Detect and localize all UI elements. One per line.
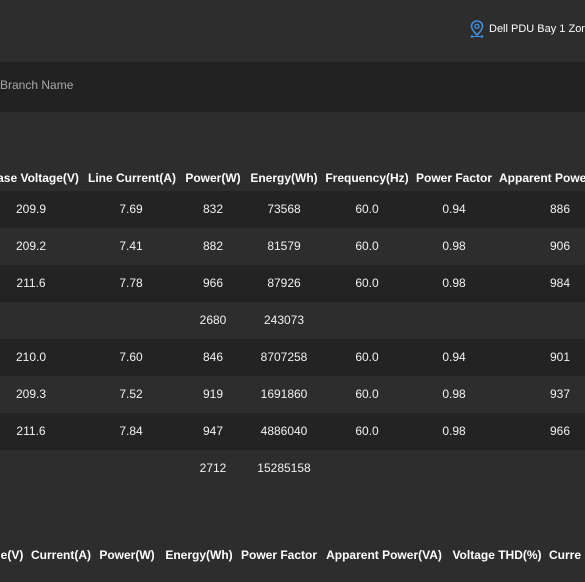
cell-line-current <box>101 450 161 487</box>
cell-power: 919 <box>202 387 224 401</box>
cell-phase-voltage <box>0 450 62 487</box>
cell-power-factor: 0.94 <box>442 350 466 364</box>
cell-line-current: 7.41 <box>119 239 143 253</box>
table-row: 211.6 7.78 966 87926 60.0 0.98 984 <box>0 265 585 302</box>
pdu-location-selector[interactable]: Dell PDU Bay 1 Zone <box>470 20 585 38</box>
cell-phase-voltage: 209.2 <box>15 239 47 253</box>
cell-power-factor: 0.98 <box>442 239 466 253</box>
cell-power: 882 <box>202 239 224 253</box>
cell-phase-voltage <box>0 302 62 339</box>
cell-frequency: 60.0 <box>355 202 379 216</box>
cell-power: 832 <box>202 202 224 216</box>
cell-phase-voltage: 211.6 <box>16 424 46 438</box>
cell-phase-voltage: 211.6 <box>16 276 46 290</box>
cell-power-factor: 0.98 <box>442 387 466 401</box>
cell-energy: 1691860 <box>260 387 308 401</box>
cell-power-factor: 0.98 <box>442 276 466 290</box>
branch-name-label: Branch Name <box>0 78 74 92</box>
column-header-current[interactable]: Current(A) <box>28 537 94 574</box>
cell-line-current: 7.69 <box>119 202 143 216</box>
cell-power-factor <box>424 302 484 339</box>
cell-frequency: 60.0 <box>355 239 379 253</box>
cell-power-factor <box>424 450 484 487</box>
column-header-voltage-thd[interactable]: Voltage THD(%) <box>448 537 546 574</box>
pdu-location-label: Dell PDU Bay 1 Zone <box>489 23 585 35</box>
cell-energy: 4886040 <box>260 424 308 438</box>
cell-apparent-power: 937 <box>549 387 571 401</box>
cell-phase-voltage: 210.0 <box>15 350 47 364</box>
cell-frequency: 60.0 <box>355 424 379 438</box>
cell-energy: 15285158 <box>257 461 311 475</box>
cell-frequency <box>336 302 398 339</box>
cell-line-current: 7.84 <box>119 424 143 438</box>
location-pin-icon <box>470 20 484 38</box>
outlet-table-header-row: e(V) Current(A) Power(W) Energy(Wh) Powe… <box>0 537 585 574</box>
cell-power-factor: 0.94 <box>442 202 466 216</box>
cell-frequency <box>336 450 398 487</box>
cell-phase-voltage: 209.3 <box>15 387 47 401</box>
table-row: 209.2 7.41 882 81579 60.0 0.98 906 <box>0 228 585 265</box>
cell-apparent-power: 886 <box>549 202 571 216</box>
cell-energy: 8707258 <box>260 350 308 364</box>
cell-power: 947 <box>202 424 224 438</box>
table-total-row: 2680 243073 <box>0 302 585 339</box>
cell-frequency: 60.0 <box>355 276 379 290</box>
column-header-power[interactable]: Power(W) <box>96 537 158 574</box>
cell-power: 966 <box>202 276 224 290</box>
cell-power-factor: 0.98 <box>442 424 466 438</box>
cell-frequency: 60.0 <box>355 350 379 364</box>
top-bar: Dell PDU Bay 1 Zone <box>0 0 585 62</box>
column-header-voltage[interactable]: e(V) <box>0 537 27 574</box>
cell-phase-voltage: 209.9 <box>15 202 47 216</box>
table-row: 210.0 7.60 846 8707258 60.0 0.94 901 <box>0 339 585 376</box>
column-header-power-factor[interactable]: Power Factor <box>239 537 319 574</box>
cell-power: 846 <box>202 350 224 364</box>
cell-apparent-power: 984 <box>549 276 571 290</box>
cell-apparent-power <box>530 302 585 339</box>
cell-energy: 81579 <box>267 239 301 253</box>
branch-name-bar: Branch Name <box>0 62 585 112</box>
column-header-energy[interactable]: Energy(Wh) <box>161 537 237 574</box>
cell-energy: 243073 <box>263 313 305 327</box>
column-header-apparent-power[interactable]: Apparent Power(VA) <box>321 537 447 574</box>
cell-line-current <box>101 302 161 339</box>
cell-line-current: 7.78 <box>119 276 143 290</box>
section-spacer-bottom <box>0 487 585 537</box>
cell-line-current: 7.52 <box>119 387 143 401</box>
cell-apparent-power: 901 <box>549 350 571 364</box>
section-spacer <box>0 112 585 164</box>
table-row: 209.3 7.52 919 1691860 60.0 0.98 937 <box>0 376 585 413</box>
table-row: 209.9 7.69 832 73568 60.0 0.94 886 <box>0 191 585 228</box>
cell-apparent-power: 906 <box>549 239 571 253</box>
cell-energy: 73568 <box>267 202 301 216</box>
table-total-row: 2712 15285158 <box>0 450 585 487</box>
column-header-current-thd[interactable]: Curre <box>549 537 585 574</box>
cell-apparent-power <box>530 450 585 487</box>
pdu-monitor-view: Dell PDU Bay 1 Zone Branch Name ase Volt… <box>0 0 585 582</box>
table-row: 211.6 7.84 947 4886040 60.0 0.98 966 <box>0 413 585 450</box>
cell-power: 2712 <box>199 461 227 475</box>
cell-power: 2680 <box>199 313 227 327</box>
cell-energy: 87926 <box>267 276 301 290</box>
cell-apparent-power: 966 <box>549 424 571 438</box>
cell-frequency: 60.0 <box>355 387 379 401</box>
cell-line-current: 7.60 <box>119 350 143 364</box>
